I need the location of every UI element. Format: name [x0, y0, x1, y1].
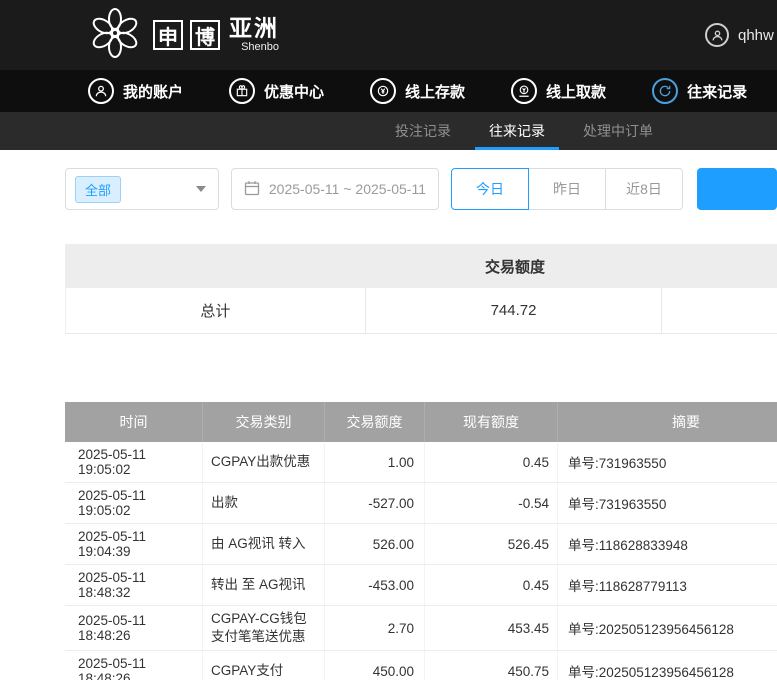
cell-time: 2025-05-11 18:48:26	[65, 651, 203, 680]
tab-betting-records[interactable]: 投注记录	[381, 112, 465, 150]
cell-time: 2025-05-11 19:04:39	[65, 524, 203, 564]
cell-type: 出款	[203, 483, 325, 523]
cell-summary: 单号:202505123956456128	[558, 651, 777, 680]
transfer-records-icon	[652, 78, 678, 104]
cell-summary: 单号:731963550	[558, 483, 777, 523]
summary-total-label: 总计	[66, 288, 366, 333]
cell-summary: 单号:118628833948	[558, 524, 777, 564]
nav-item-online-withdrawal[interactable]: 线上取款	[511, 78, 606, 104]
cell-summary: 单号:202505123956456128	[558, 606, 777, 650]
cell-amount: 526.00	[325, 524, 425, 564]
cell-balance: 526.45	[425, 524, 558, 564]
user-icon	[88, 78, 114, 104]
nav-label: 我的账户	[123, 81, 183, 102]
cell-type: CGPAY出款优惠	[203, 442, 325, 482]
cell-amount: -453.00	[325, 565, 425, 605]
today-button[interactable]: 今日	[451, 168, 529, 210]
nav-item-promotions[interactable]: 优惠中心	[229, 78, 324, 104]
summary-empty-cell	[662, 288, 777, 333]
content-area: 全部 2025-05-11 ~ 2025-05-11 今日 昨日 近8日 交易额…	[0, 150, 777, 680]
records-table-head: 时间 交易类别 交易额度 现有额度 摘要	[65, 402, 777, 442]
date-range-value: 2025-05-11 ~ 2025-05-11	[269, 181, 426, 197]
subnav-tabs: 投注记录 往来记录 处理中订单	[0, 112, 777, 150]
cell-summary: 单号:118628779113	[558, 565, 777, 605]
brand-subtitle: Shenbo	[241, 42, 279, 53]
cell-type: 由 AG视讯 转入	[203, 524, 325, 564]
summary-table-header: 交易额度	[65, 244, 777, 288]
nav-label: 往来记录	[687, 81, 747, 102]
summary-table: 交易额度 总计 744.72	[65, 244, 777, 334]
summary-total-value: 744.72	[366, 288, 663, 333]
cell-balance: 450.75	[425, 651, 558, 680]
cell-balance: -0.54	[425, 483, 558, 523]
user-account[interactable]: qhhw	[705, 23, 774, 47]
user-icon	[705, 23, 729, 47]
nav-label: 优惠中心	[264, 81, 324, 102]
last-8-days-button[interactable]: 近8日	[605, 168, 683, 210]
yesterday-button[interactable]: 昨日	[528, 168, 606, 210]
cell-amount: 2.70	[325, 606, 425, 650]
brand-char-shen: 申	[153, 20, 183, 50]
cell-summary: 单号:731963550	[558, 442, 777, 482]
nav-item-transaction-records[interactable]: 往来记录	[652, 78, 747, 104]
type-select[interactable]: 全部	[65, 168, 219, 210]
records-table-body: 2025-05-11 19:05:02 CGPAY出款优惠 1.00 0.45 …	[65, 442, 777, 680]
top-header: 申 博 亚洲 Shenbo qhhw	[0, 0, 777, 70]
column-header-type: 交易类别	[203, 402, 325, 442]
username: qhhw	[738, 27, 774, 44]
summary-total-row: 总计 744.72	[65, 288, 777, 334]
date-range-input[interactable]: 2025-05-11 ~ 2025-05-11	[231, 168, 439, 210]
brand-region: 亚洲	[229, 17, 279, 40]
withdraw-coin-icon	[511, 78, 537, 104]
table-row: 2025-05-11 19:04:39 由 AG视讯 转入 526.00 526…	[65, 524, 777, 565]
gift-icon	[229, 78, 255, 104]
column-header-balance: 现有额度	[425, 402, 558, 442]
tab-processing-orders[interactable]: 处理中订单	[569, 112, 667, 150]
table-row: 2025-05-11 19:05:02 CGPAY出款优惠 1.00 0.45 …	[65, 442, 777, 483]
cell-type: CGPAY支付	[203, 651, 325, 680]
column-header-summary: 摘要	[558, 402, 777, 442]
filter-bar: 全部 2025-05-11 ~ 2025-05-11 今日 昨日 近8日	[65, 168, 777, 210]
flower-logo-icon	[88, 6, 142, 65]
deposit-coin-icon	[370, 78, 396, 104]
cell-balance: 453.45	[425, 606, 558, 650]
table-row: 2025-05-11 19:05:02 出款 -527.00 -0.54 单号:…	[65, 483, 777, 524]
cell-amount: -527.00	[325, 483, 425, 523]
calendar-icon	[244, 180, 260, 199]
cell-type: CGPAY-CG钱包支付笔笔送优惠	[203, 606, 325, 650]
cell-time: 2025-05-11 19:05:02	[65, 442, 203, 482]
cell-type: 转出 至 AG视讯	[203, 565, 325, 605]
quick-date-buttons: 今日 昨日 近8日	[451, 168, 683, 210]
cell-amount: 450.00	[325, 651, 425, 680]
nav-item-online-deposit[interactable]: 线上存款	[370, 78, 465, 104]
nav-label: 线上取款	[546, 81, 606, 102]
column-header-time: 时间	[65, 402, 203, 442]
search-button[interactable]	[697, 168, 777, 210]
cell-balance: 0.45	[425, 442, 558, 482]
cell-time: 2025-05-11 19:05:02	[65, 483, 203, 523]
main-nav: 我的账户 优惠中心 线上存款 线上取款	[0, 70, 777, 112]
cell-time: 2025-05-11 18:48:26	[65, 606, 203, 650]
nav-label: 线上存款	[405, 81, 465, 102]
cell-amount: 1.00	[325, 442, 425, 482]
brand-char-bo: 博	[190, 20, 220, 50]
chevron-down-icon	[196, 186, 206, 192]
type-select-value: 全部	[75, 176, 121, 203]
table-row: 2025-05-11 18:48:32 转出 至 AG视讯 -453.00 0.…	[65, 565, 777, 606]
nav-item-my-account[interactable]: 我的账户	[88, 78, 183, 104]
cell-balance: 0.45	[425, 565, 558, 605]
records-table: 时间 交易类别 交易额度 现有额度 摘要 2025-05-11 19:05:02…	[65, 402, 777, 680]
tab-transaction-records[interactable]: 往来记录	[475, 112, 559, 150]
table-row: 2025-05-11 18:48:26 CGPAY支付 450.00 450.7…	[65, 651, 777, 680]
column-header-amount: 交易额度	[325, 402, 425, 442]
table-row: 2025-05-11 18:48:26 CGPAY-CG钱包支付笔笔送优惠 2.…	[65, 606, 777, 651]
brand-logo[interactable]: 申 博 亚洲 Shenbo	[88, 6, 279, 65]
cell-time: 2025-05-11 18:48:32	[65, 565, 203, 605]
